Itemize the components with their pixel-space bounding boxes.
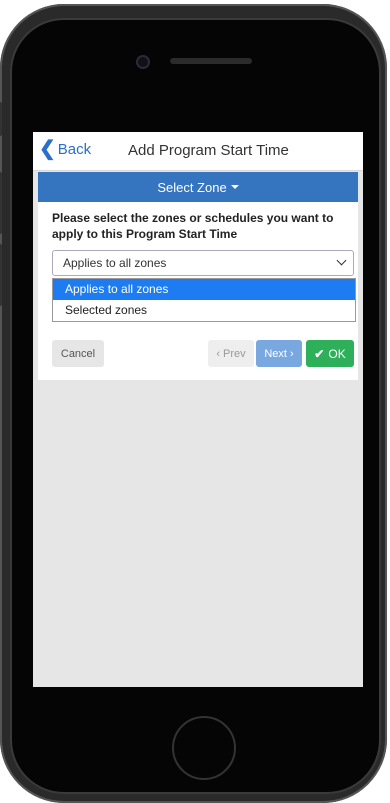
- chevron-down-icon: [336, 255, 347, 266]
- back-button[interactable]: ❮ Back: [39, 138, 92, 160]
- page-title: Add Program Start Time: [128, 142, 289, 159]
- option-all-zones[interactable]: Applies to all zones: [53, 279, 355, 300]
- top-navbar: ❮ Back Add Program Start Time: [33, 132, 363, 171]
- speaker-grille: [170, 58, 252, 64]
- select-zone-dropdown-toggle[interactable]: Select Zone: [38, 172, 358, 202]
- ok-label: OK: [328, 346, 346, 361]
- home-button[interactable]: [172, 716, 236, 780]
- prev-button[interactable]: ‹ Prev: [208, 340, 254, 367]
- panel-header-label: Select Zone: [157, 179, 227, 195]
- volume-down-button: [0, 244, 2, 306]
- cancel-button[interactable]: Cancel: [52, 340, 104, 367]
- next-button[interactable]: Next ›: [256, 340, 302, 367]
- zone-select-value: Applies to all zones: [63, 256, 167, 270]
- mute-switch: [0, 102, 2, 136]
- volume-up-button: [0, 172, 2, 234]
- back-label: Back: [57, 140, 92, 158]
- chevron-left-icon: ❮: [39, 138, 56, 160]
- ok-button[interactable]: ✔ OK: [306, 340, 354, 367]
- option-selected-zones[interactable]: Selected zones: [53, 300, 355, 321]
- zone-prompt: Please select the zones or schedules you…: [52, 211, 334, 241]
- caret-down-icon: [230, 185, 239, 189]
- zone-panel: Select Zone Please select the zones or s…: [38, 172, 358, 380]
- zone-options-list: Applies to all zones Selected zones: [52, 278, 356, 322]
- front-camera-icon: [136, 55, 150, 69]
- app-screen: ❮ Back Add Program Start Time Select Zon…: [33, 132, 363, 687]
- check-icon: ✔: [314, 346, 325, 361]
- zone-select[interactable]: Applies to all zones: [52, 250, 354, 276]
